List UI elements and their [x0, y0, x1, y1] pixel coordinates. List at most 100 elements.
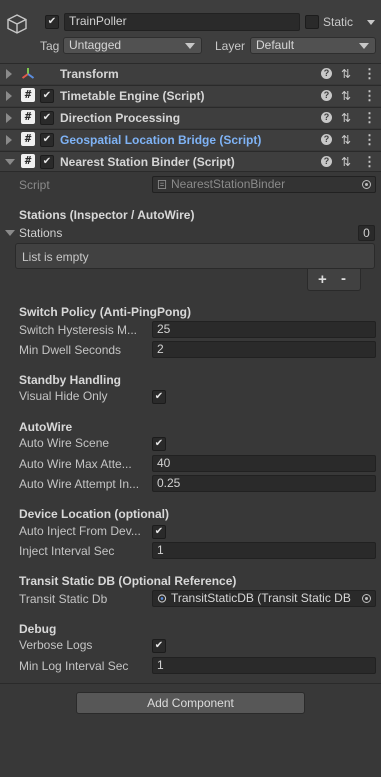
stations-section-header: Stations (Inspector / AutoWire): [19, 208, 195, 222]
static-label: Static: [323, 15, 354, 29]
kebab-menu-icon[interactable]: ⋮: [363, 67, 376, 81]
transform-icon: [21, 68, 35, 79]
add-element-button[interactable]: +: [318, 271, 327, 288]
component-header-direction-processing[interactable]: # ✔ Direction Processing ? ⇅ ⋮: [0, 107, 381, 128]
autowire-max-label: Auto Wire Max Atte...: [19, 457, 132, 471]
inject-interval-label: Inject Interval Sec: [19, 544, 115, 558]
component-header-transform[interactable]: Transform ? ⇅ ⋮: [0, 63, 381, 84]
debug-section-header: Debug: [19, 622, 57, 636]
foldout-arrow-icon[interactable]: [6, 113, 12, 123]
foldout-arrow-icon[interactable]: [6, 69, 12, 79]
tag-label: Tag: [40, 39, 60, 53]
gameobject-cube-icon: [7, 14, 27, 34]
component-title: Direction Processing: [60, 111, 181, 125]
layer-value: Default: [256, 38, 295, 52]
script-object-field: NearestStationBinder: [152, 176, 376, 193]
transit-section-header: Transit Static DB (Optional Reference): [19, 574, 237, 588]
script-label: Script: [19, 178, 50, 192]
object-picker-icon[interactable]: [362, 594, 371, 603]
transit-static-db-field[interactable]: TransitStaticDB (Transit Static DB: [152, 590, 376, 607]
transit-static-db-value: TransitStaticDB (Transit Static DB: [171, 591, 351, 605]
help-icon[interactable]: ?: [321, 112, 332, 123]
preset-sliders-icon[interactable]: ⇅: [341, 155, 351, 169]
stations-count-field[interactable]: 0: [358, 225, 375, 241]
component-title: Timetable Engine (Script): [60, 89, 205, 103]
kebab-menu-icon[interactable]: ⋮: [363, 89, 376, 103]
script-value: NearestStationBinder: [171, 177, 286, 191]
script-icon: #: [21, 88, 35, 102]
object-picker-icon: [362, 180, 371, 189]
stations-list-box: List is empty: [15, 243, 375, 269]
component-enabled-checkbox[interactable]: ✔: [40, 155, 54, 169]
preset-sliders-icon[interactable]: ⇅: [341, 133, 351, 147]
auto-inject-checkbox[interactable]: ✔: [152, 525, 166, 539]
min-log-interval-label: Min Log Interval Sec: [19, 659, 129, 673]
switch-hysteresis-label: Switch Hysteresis M...: [19, 323, 138, 337]
min-dwell-label: Min Dwell Seconds: [19, 343, 122, 357]
help-icon[interactable]: ?: [321, 90, 332, 101]
tag-value: Untagged: [69, 38, 122, 52]
kebab-menu-icon[interactable]: ⋮: [363, 133, 376, 147]
verbose-logs-label: Verbose Logs: [19, 638, 93, 652]
visual-hide-label: Visual Hide Only: [19, 389, 108, 403]
static-checkbox[interactable]: [305, 15, 319, 29]
chevron-down-icon: [359, 43, 369, 49]
help-icon[interactable]: ?: [321, 156, 332, 167]
script-icon: #: [21, 154, 35, 168]
component-title: Nearest Station Binder (Script): [60, 155, 235, 169]
autowire-section-header: AutoWire: [19, 420, 73, 434]
help-icon[interactable]: ?: [321, 68, 332, 79]
auto-inject-label: Auto Inject From Dev...: [19, 524, 141, 538]
device-location-section-header: Device Location (optional): [19, 507, 170, 521]
chevron-down-icon: [185, 43, 195, 49]
autowire-scene-checkbox[interactable]: ✔: [152, 437, 166, 451]
foldout-arrow-icon[interactable]: [5, 159, 15, 165]
min-log-interval-input[interactable]: 1: [152, 657, 376, 674]
component-divider: [0, 683, 381, 684]
foldout-arrow-icon[interactable]: [6, 135, 12, 145]
list-add-remove-footer: + -: [307, 269, 361, 291]
transit-static-db-label: Transit Static Db: [19, 592, 108, 606]
component-enabled-checkbox[interactable]: ✔: [40, 89, 54, 103]
component-header-timetable-engine[interactable]: # ✔ Timetable Engine (Script) ? ⇅ ⋮: [0, 85, 381, 106]
script-file-icon: [157, 180, 167, 189]
script-icon: #: [21, 110, 35, 124]
layer-dropdown[interactable]: Default: [250, 37, 376, 54]
foldout-arrow-icon[interactable]: [6, 91, 12, 101]
visual-hide-checkbox[interactable]: ✔: [152, 390, 166, 404]
standby-section-header: Standby Handling: [19, 373, 121, 387]
component-title: Geospatial Location Bridge (Script): [60, 133, 262, 147]
inject-interval-input[interactable]: 1: [152, 542, 376, 559]
autowire-interval-input[interactable]: 0.25: [152, 475, 376, 492]
tag-dropdown[interactable]: Untagged: [63, 37, 202, 54]
autowire-max-input[interactable]: 40: [152, 455, 376, 472]
add-component-button[interactable]: Add Component: [76, 692, 305, 714]
component-title: Transform: [60, 67, 119, 81]
remove-element-button[interactable]: -: [341, 270, 346, 287]
component-enabled-checkbox[interactable]: ✔: [40, 133, 54, 147]
switch-policy-section-header: Switch Policy (Anti-PingPong): [19, 305, 191, 319]
kebab-menu-icon[interactable]: ⋮: [363, 155, 376, 169]
script-icon: #: [21, 132, 35, 146]
preset-sliders-icon[interactable]: ⇅: [341, 111, 351, 125]
stations-label[interactable]: Stations: [19, 226, 62, 240]
component-header-nearest-station-binder[interactable]: # ✔ Nearest Station Binder (Script) ? ⇅ …: [0, 151, 381, 172]
autowire-interval-label: Auto Wire Attempt In...: [19, 477, 140, 491]
autowire-scene-label: Auto Wire Scene: [19, 436, 110, 450]
switch-hysteresis-input[interactable]: 25: [152, 321, 376, 338]
min-dwell-input[interactable]: 2: [152, 341, 376, 358]
stations-foldout-arrow-icon[interactable]: [5, 230, 15, 236]
preset-sliders-icon[interactable]: ⇅: [341, 67, 351, 81]
list-empty-text: List is empty: [22, 250, 89, 264]
gameobject-active-checkbox[interactable]: ✔: [45, 15, 59, 29]
gameobject-name-input[interactable]: TrainPoller: [64, 13, 300, 31]
component-enabled-checkbox[interactable]: ✔: [40, 111, 54, 125]
kebab-menu-icon[interactable]: ⋮: [363, 111, 376, 125]
static-dropdown-icon[interactable]: [367, 20, 375, 25]
layer-label: Layer: [215, 39, 246, 53]
preset-sliders-icon[interactable]: ⇅: [341, 89, 351, 103]
component-header-geospatial-location-bridge[interactable]: # ✔ Geospatial Location Bridge (Script) …: [0, 129, 381, 150]
scriptable-object-icon: [157, 594, 167, 603]
verbose-logs-checkbox[interactable]: ✔: [152, 639, 166, 653]
help-icon[interactable]: ?: [321, 134, 332, 145]
